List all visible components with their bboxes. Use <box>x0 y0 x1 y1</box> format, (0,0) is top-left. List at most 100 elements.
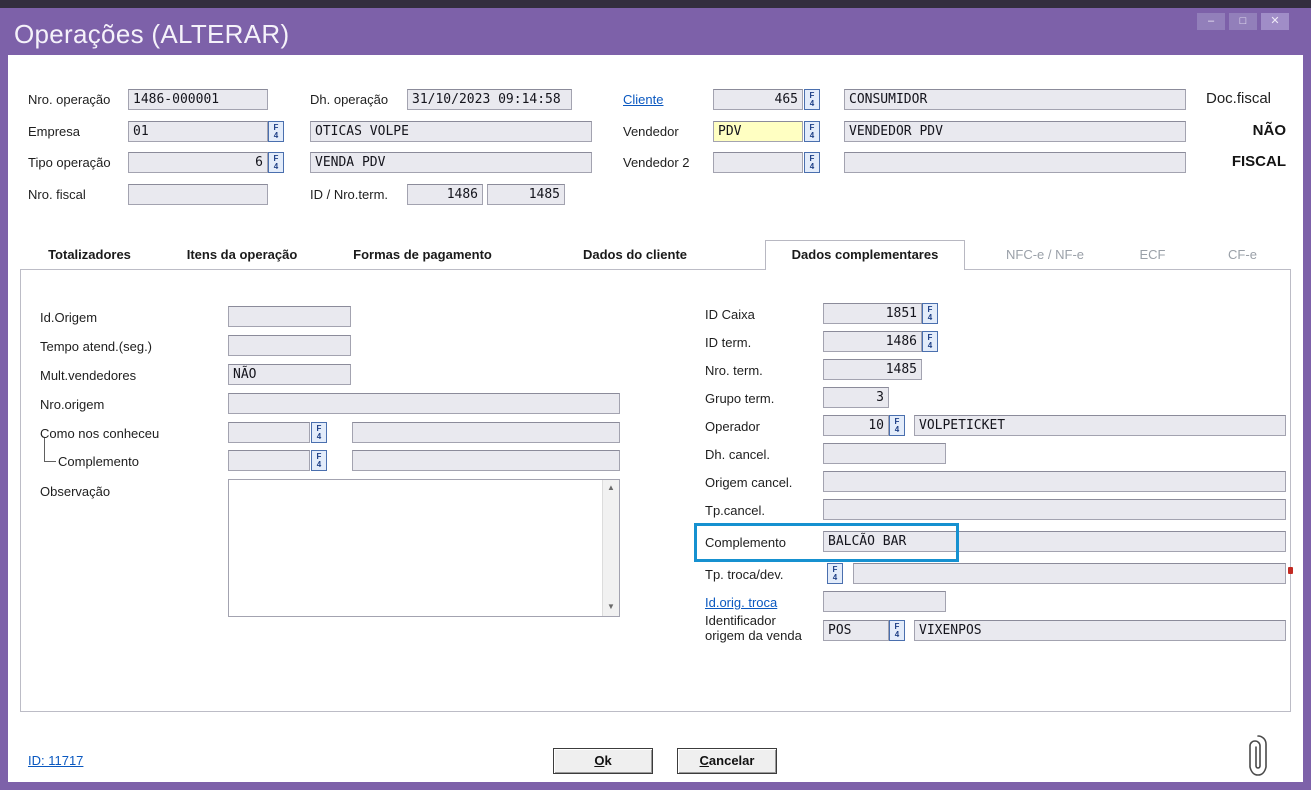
grupo-term-label: Grupo term. <box>705 391 774 406</box>
cliente-code-field[interactable]: 465 <box>713 89 803 110</box>
doc-fiscal-label: Doc.fiscal <box>1206 90 1271 107</box>
tab-nfce-nfe: NFC-e / NF-e <box>980 242 1110 269</box>
f4-lookup-icon[interactable]: F 4 <box>889 415 905 436</box>
scroll-down-button[interactable]: ▼ <box>603 599 619 616</box>
tempo-atend-field[interactable] <box>228 335 351 356</box>
ok-button-label: k <box>604 753 611 768</box>
cliente-nome-field[interactable]: CONSUMIDOR <box>844 89 1186 110</box>
nro-term-field[interactable]: 1485 <box>823 359 922 380</box>
complemento-sub-desc-field[interactable] <box>352 450 620 471</box>
id-term-label: ID term. <box>705 335 751 350</box>
vendedor-code-field[interactable]: PDV <box>713 121 803 142</box>
vendedor2-code-field[interactable] <box>713 152 803 173</box>
f4-lookup-icon[interactable]: F 4 <box>889 620 905 641</box>
f4-lookup-icon[interactable]: F 4 <box>827 563 843 584</box>
f4-lookup-icon[interactable]: F 4 <box>804 121 820 142</box>
vendedor-label: Vendedor <box>623 124 679 139</box>
maximize-button[interactable]: □ <box>1229 13 1257 30</box>
ident-origem-nome-field[interactable]: VIXENPOS <box>914 620 1286 641</box>
vendedor2-nome-field[interactable] <box>844 152 1186 173</box>
mult-vendedores-field[interactable]: NÃO <box>228 364 351 385</box>
scroll-up-button[interactable]: ▲ <box>603 480 619 497</box>
id-term-field[interactable]: 1486 <box>823 331 922 352</box>
operador-code-field[interactable]: 10 <box>823 415 889 436</box>
cancel-button-accesskey: C <box>700 753 709 768</box>
f4-lookup-icon[interactable]: F 4 <box>804 89 820 110</box>
f4-lookup-icon[interactable]: F 4 <box>922 303 938 324</box>
como-conheceu-label: Como nos conheceu <box>40 426 159 441</box>
observacao-label: Observação <box>40 484 110 499</box>
red-required-marker <box>1288 567 1293 574</box>
origem-cancel-field[interactable] <box>823 471 1286 492</box>
tipo-operacao-code-field[interactable]: 6 <box>128 152 268 173</box>
f4-lookup-icon[interactable]: F 4 <box>268 121 284 142</box>
tp-cancel-field[interactable] <box>823 499 1286 520</box>
dh-cancel-field[interactable] <box>823 443 946 464</box>
nro-fiscal-field[interactable] <box>128 184 268 205</box>
operador-nome-field[interactable]: VOLPETICKET <box>914 415 1286 436</box>
doc-fiscal-value-line2: FISCAL <box>1150 153 1286 170</box>
close-icon: ✕ <box>1270 15 1279 27</box>
vendedor-nome-field[interactable]: VENDEDOR PDV <box>844 121 1186 142</box>
arrow-up-icon: ▲ <box>607 483 615 492</box>
tab-formas-de-pagamento[interactable]: Formas de pagamento <box>330 242 515 269</box>
cliente-link[interactable]: Cliente <box>623 92 663 107</box>
f4-lookup-icon[interactable]: F 4 <box>268 152 284 173</box>
doc-fiscal-value-line1: NÃO <box>1150 122 1286 139</box>
tp-cancel-label: Tp.cancel. <box>705 503 765 518</box>
como-conheceu-desc-field[interactable] <box>352 422 620 443</box>
tipo-operacao-nome-field[interactable]: VENDA PDV <box>310 152 592 173</box>
id-caixa-field[interactable]: 1851 <box>823 303 922 324</box>
empresa-code-field[interactable]: 01 <box>128 121 268 142</box>
tab-dados-do-cliente[interactable]: Dados do cliente <box>555 242 715 269</box>
nro-origem-field[interactable] <box>228 393 620 414</box>
id-orig-troca-field[interactable] <box>823 591 946 612</box>
operador-label: Operador <box>705 419 760 434</box>
id-term-header-field[interactable]: 1486 <box>407 184 483 205</box>
empresa-nome-field[interactable]: OTICAS VOLPE <box>310 121 592 142</box>
tp-troca-field[interactable] <box>853 563 1286 584</box>
tipo-operacao-label: Tipo operação <box>28 155 111 170</box>
nro-fiscal-label: Nro. fiscal <box>28 187 86 202</box>
close-button[interactable]: ✕ <box>1261 13 1289 30</box>
observacao-scrollbar[interactable]: ▲ ▼ <box>602 480 619 616</box>
como-conheceu-code-field[interactable] <box>228 422 310 443</box>
tab-ecf: ECF <box>1115 242 1190 269</box>
id-origem-field[interactable] <box>228 306 351 327</box>
complemento-label: Complemento <box>705 535 786 550</box>
vendedor2-label: Vendedor 2 <box>623 155 690 170</box>
id-caixa-label: ID Caixa <box>705 307 755 322</box>
id-orig-troca-link[interactable]: Id.orig. troca <box>705 595 777 610</box>
f4-lookup-icon[interactable]: F 4 <box>311 450 327 471</box>
cancel-button[interactable]: Cancelar <box>677 748 777 774</box>
tab-itens-da-operacao[interactable]: Itens da operação <box>162 242 322 269</box>
id-origem-label: Id.Origem <box>40 310 97 325</box>
ident-origem-code-field[interactable]: POS <box>823 620 889 641</box>
f4-lookup-icon[interactable]: F 4 <box>311 422 327 443</box>
observacao-textarea[interactable]: ▲ ▼ <box>228 479 620 617</box>
empresa-label: Empresa <box>28 124 80 139</box>
dh-operacao-field[interactable]: 31/10/2023 09:14:58 <box>407 89 572 110</box>
nro-operacao-field[interactable]: 1486-000001 <box>128 89 268 110</box>
nro-term-header-field[interactable]: 1485 <box>487 184 565 205</box>
ident-origem-label: Identificador origem da venda <box>705 613 817 643</box>
record-id-link[interactable]: ID: 11717 <box>28 753 83 768</box>
tab-totalizadores[interactable]: Totalizadores <box>22 242 157 269</box>
f4-lookup-icon[interactable]: F 4 <box>922 331 938 352</box>
complemento-sub-code-field[interactable] <box>228 450 310 471</box>
ok-button[interactable]: Ok <box>553 748 653 774</box>
grupo-term-field[interactable]: 3 <box>823 387 889 408</box>
window-title: Operações (ALTERAR) <box>14 19 289 50</box>
maximize-icon: □ <box>1240 15 1247 27</box>
operacoes-window: { "window": { "title": "Operações (ALTER… <box>0 0 1311 790</box>
tab-dados-complementares[interactable]: Dados complementares <box>765 240 965 270</box>
tp-troca-label: Tp. troca/dev. <box>705 567 784 582</box>
minimize-button[interactable]: – <box>1197 13 1225 30</box>
f4-lookup-icon[interactable]: F 4 <box>804 152 820 173</box>
complemento-field[interactable]: BALCÃO BAR <box>823 531 1286 552</box>
paperclip-icon[interactable] <box>1244 732 1272 780</box>
mult-vendedores-label: Mult.vendedores <box>40 368 136 383</box>
dh-cancel-label: Dh. cancel. <box>705 447 770 462</box>
dh-operacao-label: Dh. operação <box>310 92 388 107</box>
tempo-atend-label: Tempo atend.(seg.) <box>40 339 152 354</box>
